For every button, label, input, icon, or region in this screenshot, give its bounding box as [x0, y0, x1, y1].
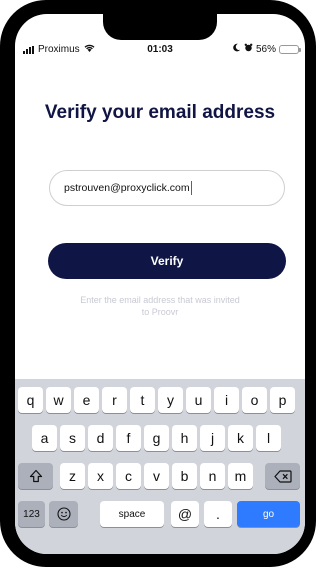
emoji-icon — [56, 507, 71, 521]
key-x[interactable]: x — [88, 463, 113, 489]
alarm-icon — [244, 43, 253, 55]
backspace-key[interactable] — [265, 463, 300, 489]
battery-icon — [279, 44, 301, 54]
key-u[interactable]: u — [186, 387, 211, 413]
key-t[interactable]: t — [130, 387, 155, 413]
key-v[interactable]: v — [144, 463, 169, 489]
key-c[interactable]: c — [116, 463, 141, 489]
key-s[interactable]: s — [60, 425, 85, 451]
key-m[interactable]: m — [228, 463, 253, 489]
key-d[interactable]: d — [88, 425, 113, 451]
key-h[interactable]: h — [172, 425, 197, 451]
key-f[interactable]: f — [116, 425, 141, 451]
battery-percent: 56% — [255, 43, 276, 55]
hint-line-1: Enter the email address that was invited — [80, 295, 240, 305]
shift-icon — [29, 469, 42, 483]
key-g[interactable]: g — [144, 425, 169, 451]
key-e[interactable]: e — [74, 387, 99, 413]
key-y[interactable]: y — [158, 387, 183, 413]
keyboard-row-2: a s d f g h j k l — [15, 425, 305, 451]
backspace-icon — [273, 469, 292, 483]
status-bar: Proximus 01:03 56% — [15, 40, 305, 60]
keyboard-row-3: z x c v b n m — [15, 463, 305, 489]
key-k[interactable]: k — [228, 425, 253, 451]
space-key[interactable]: space — [100, 501, 164, 527]
go-key[interactable]: go — [237, 501, 300, 527]
text-cursor — [190, 181, 192, 195]
page-title: Verify your email address — [44, 102, 276, 123]
key-q[interactable]: q — [18, 387, 43, 413]
phone-frame: Proximus 01:03 56% Verify your email add… — [0, 0, 316, 567]
key-l[interactable]: l — [256, 425, 281, 451]
emoji-key[interactable] — [49, 501, 78, 527]
hint-line-2: to Proovr — [141, 307, 179, 317]
keyboard-row-4: 123 space @ . go — [15, 501, 305, 527]
notch — [103, 14, 217, 40]
key-z[interactable]: z — [60, 463, 85, 489]
key-n[interactable]: n — [200, 463, 225, 489]
key-b[interactable]: b — [172, 463, 197, 489]
moon-icon — [232, 43, 241, 55]
shift-key[interactable] — [18, 463, 53, 489]
key-o[interactable]: o — [242, 387, 267, 413]
key-i[interactable]: i — [214, 387, 239, 413]
status-right: 56% — [232, 43, 301, 55]
email-field[interactable]: pstrouven@proxyclick.com — [49, 170, 285, 206]
key-r[interactable]: r — [102, 387, 127, 413]
hint-text: Enter the email address that was invited… — [55, 294, 265, 318]
screen: Proximus 01:03 56% Verify your email add… — [15, 14, 305, 554]
key-dot[interactable]: . — [204, 501, 232, 527]
key-a[interactable]: a — [32, 425, 57, 451]
key-w[interactable]: w — [46, 387, 71, 413]
verify-button[interactable]: Verify — [48, 243, 286, 279]
email-value: pstrouven@proxyclick.com — [64, 182, 190, 194]
key-j[interactable]: j — [200, 425, 225, 451]
keyboard: q w e r t y u i o p a s d f g h j k l z … — [15, 379, 305, 554]
key-at[interactable]: @ — [171, 501, 199, 527]
key-p[interactable]: p — [270, 387, 295, 413]
numbers-key[interactable]: 123 — [18, 501, 45, 527]
keyboard-row-1: q w e r t y u i o p — [15, 387, 305, 413]
